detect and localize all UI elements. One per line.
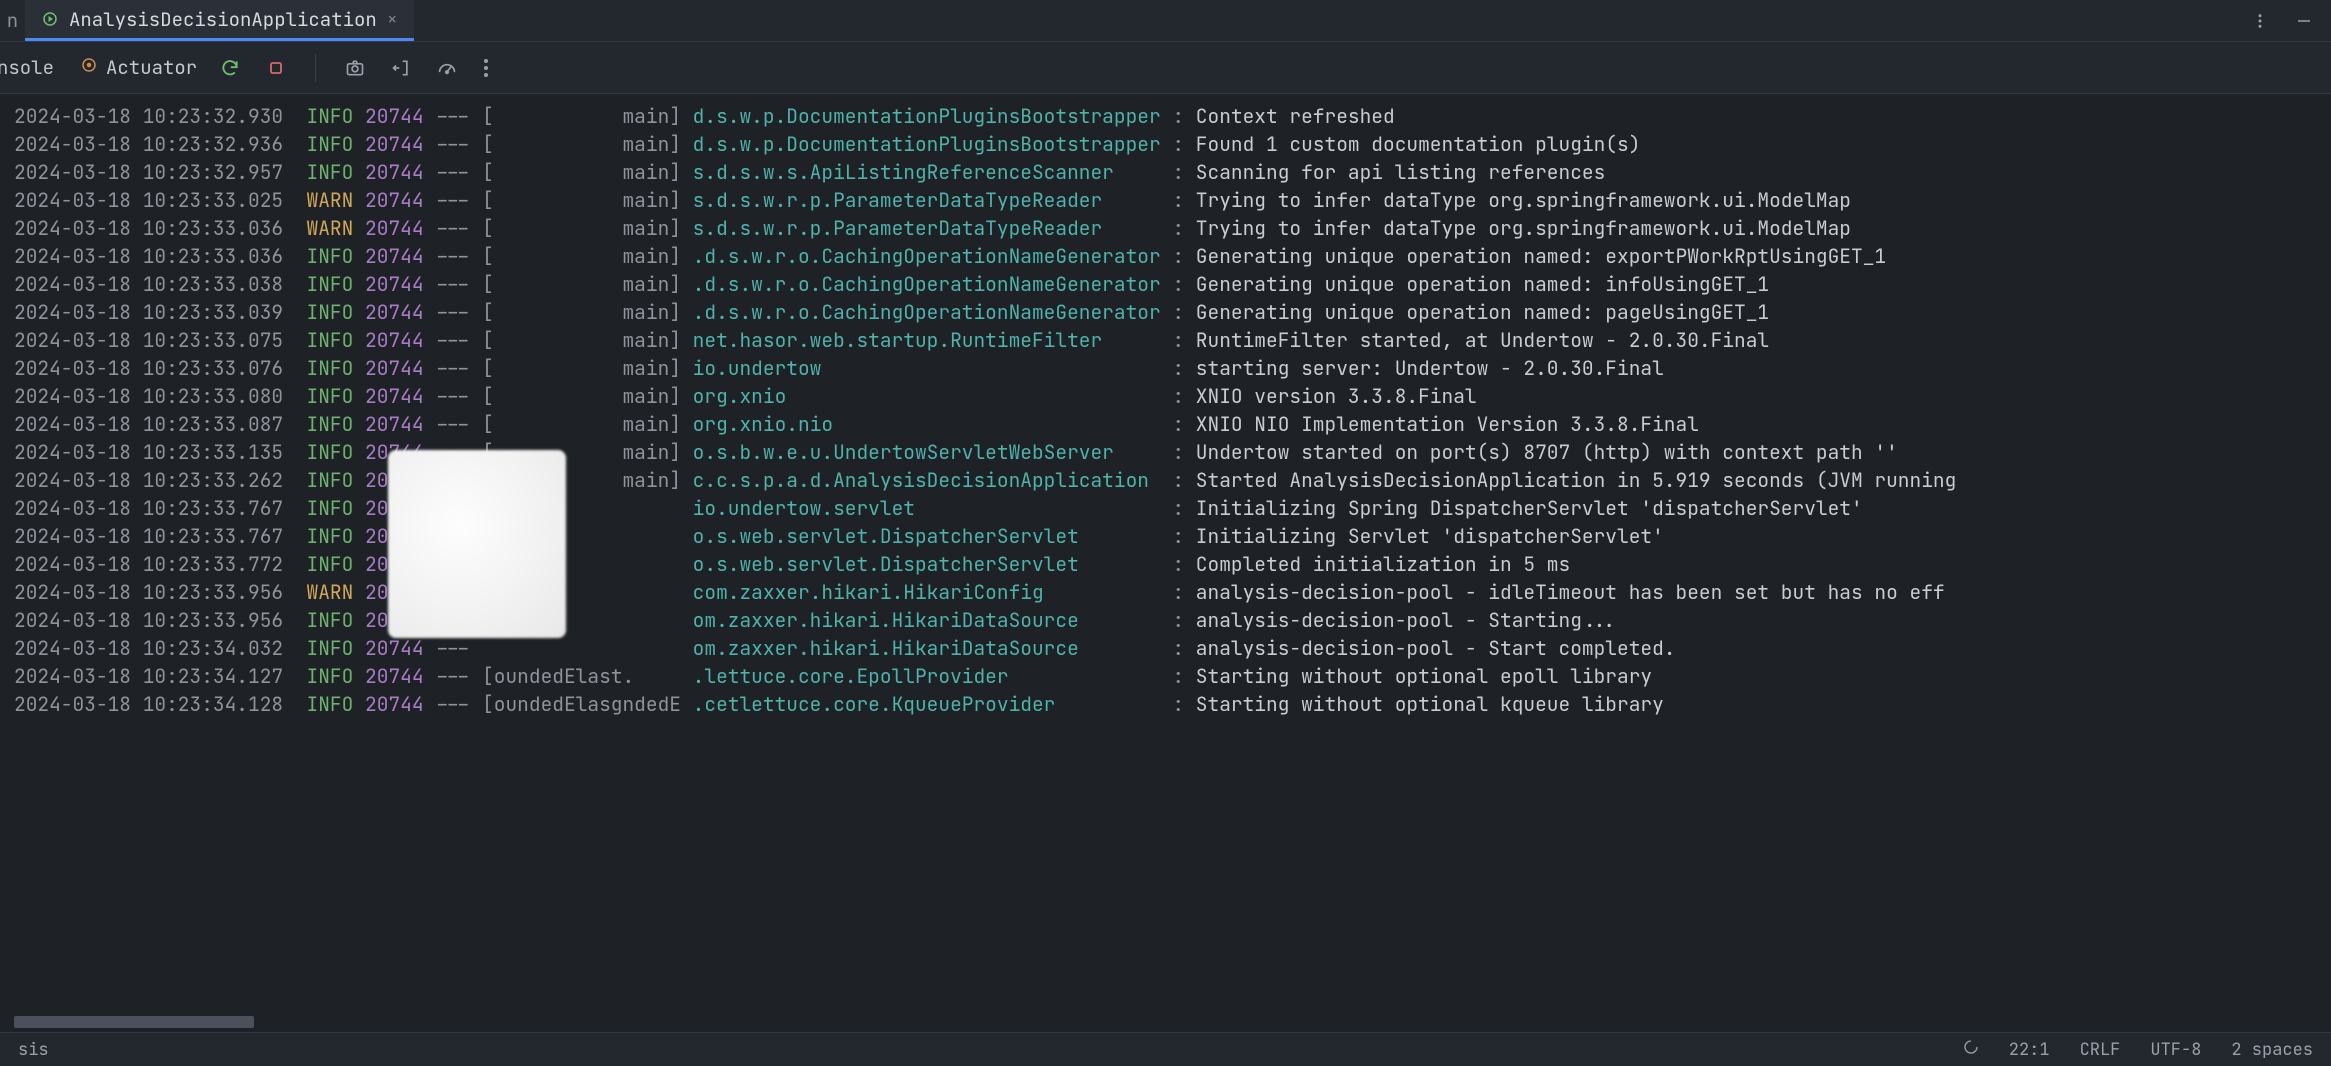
screenshot-icon[interactable]	[342, 55, 368, 81]
rerun-button[interactable]	[217, 55, 243, 81]
log-line: 2024-03-18 10:23:33.075 INFO 20744 --- […	[14, 326, 2317, 354]
more-actions-icon[interactable]	[484, 59, 488, 77]
log-line: 2024-03-18 10:23:33.767 INFO 20744 --- o…	[14, 522, 2317, 550]
tab-strip-prev[interactable]: n	[0, 0, 25, 41]
log-line: 2024-03-18 10:23:33.956 WARN 20744 --- c…	[14, 578, 2317, 606]
close-icon[interactable]: ×	[387, 8, 398, 31]
tab-analysis-decision-application[interactable]: AnalysisDecisionApplication ×	[25, 0, 414, 41]
indent-setting[interactable]: 2 spaces	[2231, 1039, 2313, 1061]
kebab-menu-icon[interactable]	[2251, 12, 2269, 30]
log-line: 2024-03-18 10:23:33.025 WARN 20744 --- […	[14, 186, 2317, 214]
file-encoding[interactable]: UTF-8	[2150, 1039, 2201, 1061]
line-separator[interactable]: CRLF	[2080, 1039, 2121, 1061]
log-lines: 2024-03-18 10:23:32.930 INFO 20744 --- […	[14, 102, 2317, 718]
redaction-overlay	[388, 450, 566, 638]
actuator-icon	[80, 55, 98, 80]
log-line: 2024-03-18 10:23:32.930 INFO 20744 --- […	[14, 102, 2317, 130]
actuator-tab[interactable]: Actuator	[80, 55, 197, 80]
log-line: 2024-03-18 10:23:33.076 INFO 20744 --- […	[14, 354, 2317, 382]
progress-spinner-icon	[1963, 1039, 1979, 1061]
actuator-label: Actuator	[106, 55, 197, 80]
log-line: 2024-03-18 10:23:33.767 INFO 20744 --- i…	[14, 494, 2317, 522]
log-line: 2024-03-18 10:23:33.080 INFO 20744 --- […	[14, 382, 2317, 410]
console-output[interactable]: 2024-03-18 10:23:32.930 INFO 20744 --- […	[0, 94, 2331, 1032]
tab-title: AnalysisDecisionApplication	[69, 7, 377, 32]
log-line: 2024-03-18 10:23:33.087 INFO 20744 --- […	[14, 410, 2317, 438]
log-line: 2024-03-18 10:23:34.032 INFO 20744 --- o…	[14, 634, 2317, 662]
log-line: 2024-03-18 10:23:34.128 INFO 20744 --- […	[14, 690, 2317, 718]
log-line: 2024-03-18 10:23:33.772 INFO 20744 --- o…	[14, 550, 2317, 578]
tab-strip-actions	[2251, 12, 2331, 30]
log-line: 2024-03-18 10:23:32.957 INFO 20744 --- […	[14, 158, 2317, 186]
console-tab[interactable]: nsole	[0, 42, 60, 93]
caret-position[interactable]: 22:1	[2009, 1039, 2050, 1061]
log-line: 2024-03-18 10:23:33.956 INFO 20744 --- o…	[14, 606, 2317, 634]
toolbar-divider	[315, 54, 316, 82]
log-line: 2024-03-18 10:23:33.135 INFO 20744 --- […	[14, 438, 2317, 466]
status-left-stub: sis	[18, 1039, 49, 1061]
run-config-icon	[41, 10, 59, 28]
log-line: 2024-03-18 10:23:32.936 INFO 20744 --- […	[14, 130, 2317, 158]
run-toolbar: nsole Actuator	[0, 42, 2331, 94]
status-bar: sis 22:1 CRLF UTF-8 2 spaces	[0, 1032, 2331, 1066]
minimize-icon[interactable]	[2295, 12, 2313, 30]
log-line: 2024-03-18 10:23:34.127 INFO 20744 --- […	[14, 662, 2317, 690]
stop-button[interactable]	[263, 55, 289, 81]
log-line: 2024-03-18 10:23:33.036 INFO 20744 --- […	[14, 242, 2317, 270]
log-line: 2024-03-18 10:23:33.039 INFO 20744 --- […	[14, 298, 2317, 326]
horizontal-scrollbar[interactable]	[14, 1016, 254, 1028]
editor-tabs: n AnalysisDecisionApplication ×	[0, 0, 2331, 42]
exit-icon[interactable]	[388, 55, 414, 81]
log-line: 2024-03-18 10:23:33.262 INFO 20744 --- […	[14, 466, 2317, 494]
log-line: 2024-03-18 10:23:33.038 INFO 20744 --- […	[14, 270, 2317, 298]
log-line: 2024-03-18 10:23:33.036 WARN 20744 --- […	[14, 214, 2317, 242]
profiler-icon[interactable]	[434, 55, 460, 81]
